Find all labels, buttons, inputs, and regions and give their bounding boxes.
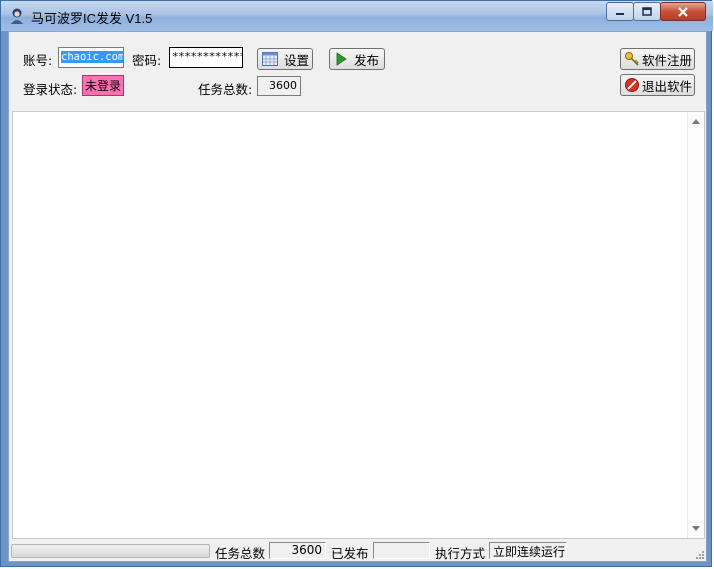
- statusbar-task-total-label: 任务总数: [215, 546, 266, 561]
- settings-button[interactable]: 设置: [257, 48, 313, 70]
- password-label: 密码:: [132, 53, 162, 68]
- register-button[interactable]: 软件注册: [620, 48, 695, 70]
- window-title: 马可波罗IC发发 V1.5: [31, 11, 153, 26]
- publish-button-label: 发布: [354, 52, 380, 68]
- vertical-scrollbar[interactable]: [687, 112, 704, 538]
- task-total-value: 3600: [257, 76, 301, 96]
- app-window: 马可波罗IC发发 V1.5 账号: chaoic.com 密码: *******…: [0, 0, 713, 567]
- status-bar: 任务总数 3600 已发布 执行方式 立即连续运行: [9, 541, 706, 561]
- no-entry-icon: [625, 78, 639, 92]
- statusbar-published-label: 已发布: [331, 546, 369, 561]
- key-icon: [625, 52, 639, 66]
- resize-grip-icon[interactable]: [694, 549, 704, 559]
- minimize-button[interactable]: [606, 2, 634, 21]
- close-button[interactable]: [660, 2, 706, 21]
- log-area[interactable]: [12, 111, 705, 539]
- exit-button-label: 退出软件: [642, 78, 693, 94]
- account-value: chaoic.com: [61, 51, 124, 63]
- login-status-badge: 未登录: [82, 75, 124, 96]
- scroll-up-icon[interactable]: [692, 119, 700, 124]
- minimize-icon: [616, 12, 624, 15]
- progress-bar: [11, 544, 210, 558]
- statusbar-published-value: [373, 542, 430, 559]
- exit-button[interactable]: 退出软件: [620, 74, 695, 96]
- title-bar[interactable]: 马可波罗IC发发 V1.5: [1, 1, 713, 31]
- publish-button[interactable]: 发布: [329, 48, 385, 70]
- close-icon: [678, 6, 688, 17]
- maximize-button[interactable]: [633, 2, 661, 21]
- password-field[interactable]: ************: [169, 47, 243, 68]
- play-icon: [336, 52, 347, 66]
- client-area: 账号: chaoic.com 密码: ************ 设置 发布 软件…: [8, 31, 707, 562]
- statusbar-mode-value: 立即连续运行: [489, 542, 567, 559]
- login-status-label: 登录状态:: [23, 82, 78, 97]
- settings-button-label: 设置: [284, 52, 310, 68]
- account-field[interactable]: chaoic.com: [58, 47, 124, 68]
- register-button-label: 软件注册: [642, 52, 693, 68]
- statusbar-mode-label: 执行方式: [435, 546, 486, 561]
- account-label: 账号:: [23, 53, 53, 68]
- maximize-icon: [642, 6, 652, 16]
- calendar-grid-icon: [262, 52, 278, 66]
- task-total-label: 任务总数:: [198, 82, 253, 97]
- scroll-down-icon[interactable]: [692, 526, 700, 531]
- statusbar-task-total-value: 3600: [269, 542, 326, 559]
- app-icon: [11, 8, 23, 24]
